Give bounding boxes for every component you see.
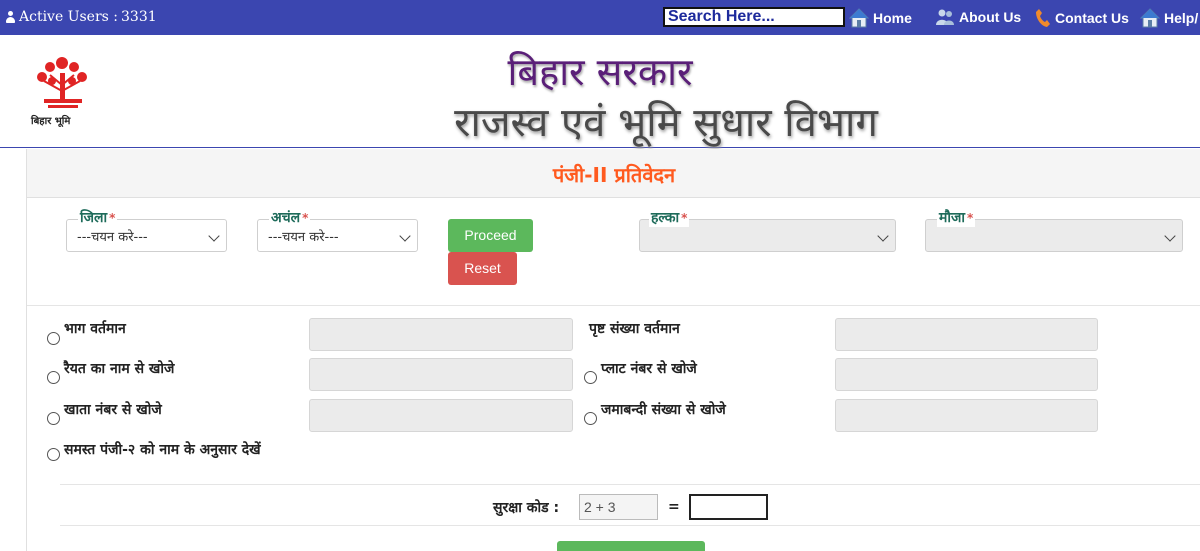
bhag-current-radio[interactable] xyxy=(47,332,60,345)
search-input[interactable] xyxy=(663,7,845,27)
active-users-counter: Active Users :3331 xyxy=(5,9,157,25)
required-mark: * xyxy=(967,211,974,225)
halka-label: हल्का * xyxy=(649,208,690,227)
nav-about-label: About Us xyxy=(959,9,1022,25)
plot-number-label: प्लाट नंबर से खोजे xyxy=(601,361,697,377)
jamabandi-number-radio[interactable] xyxy=(584,412,597,425)
nav-help-label: Help/ xyxy=(1164,10,1199,26)
all-by-name-radio[interactable] xyxy=(47,448,60,461)
nav-contact-label: Contact Us xyxy=(1055,10,1129,26)
all-by-name-label: समस्त पंजी-२ को नाम के अनुसार देखें xyxy=(64,442,261,458)
jamabandi-number-field[interactable] xyxy=(835,399,1098,432)
plot-number-radio[interactable] xyxy=(584,371,597,384)
bhag-current-label: भाग वर्तमान xyxy=(64,321,126,337)
jamabandi-number-label: जमाबन्दी संख्या से खोजे xyxy=(601,402,726,418)
plot-number-field[interactable] xyxy=(835,358,1098,391)
captcha-equals: = xyxy=(668,499,680,515)
nav-contact-link[interactable]: Contact Us xyxy=(1035,8,1129,28)
mauza-label: मौजा * xyxy=(937,208,976,227)
captcha-label: सुरक्षा कोड : xyxy=(493,500,560,516)
circle-label-text: अचंल xyxy=(271,210,301,226)
proceed-button[interactable]: Proceed xyxy=(448,219,533,252)
required-mark: * xyxy=(302,211,309,225)
raiyat-name-radio[interactable] xyxy=(47,371,60,384)
users-group-icon xyxy=(936,9,954,25)
raiyat-name-label: रैयत का नाम से खोजे xyxy=(64,361,175,377)
home-icon xyxy=(849,8,869,28)
captcha-answer-input[interactable] xyxy=(689,494,768,520)
district-label-text: जिला xyxy=(80,210,108,226)
section-divider xyxy=(27,305,1200,306)
khata-number-radio[interactable] xyxy=(47,412,60,425)
mauza-label-text: मौजा xyxy=(939,210,966,226)
top-bar: Active Users :3331 Home About Us Contact… xyxy=(0,0,1200,35)
district-label: जिला * xyxy=(78,208,118,227)
chevron-down-icon xyxy=(208,230,220,242)
government-title: बिहार सरकार xyxy=(507,50,693,94)
site-header: बिहार भूमि बिहार सरकार राजस्व एवं भूमि स… xyxy=(0,35,1200,148)
khata-number-label: खाता नंबर से खोजे xyxy=(64,402,162,418)
chevron-down-icon xyxy=(877,230,889,242)
circle-select-value: ---चयन करे--- xyxy=(268,230,339,245)
help-home-icon xyxy=(1140,8,1160,28)
nav-home-link[interactable]: Home xyxy=(849,8,912,28)
panel-header: पंजी-II प्रतिवेदन xyxy=(27,149,1200,198)
chevron-down-icon xyxy=(399,230,411,242)
nav-home-label: Home xyxy=(873,10,912,26)
captcha-divider-top xyxy=(60,484,1200,485)
halka-label-text: हल्का xyxy=(651,210,680,226)
captcha-divider-bottom xyxy=(60,525,1200,526)
nav-about-link[interactable]: About Us xyxy=(935,8,1021,26)
submit-button[interactable] xyxy=(557,541,705,551)
department-title: राजस्व एवं भूमि सुधार विभाग xyxy=(454,100,878,146)
chevron-down-icon xyxy=(1164,230,1176,242)
reset-button[interactable]: Reset xyxy=(448,252,517,285)
phone-icon xyxy=(1036,9,1050,27)
page-number-current-field[interactable] xyxy=(835,318,1098,351)
page-number-current-label: पृष्ट संख्या वर्तमान xyxy=(589,321,680,337)
bhag-current-field[interactable] xyxy=(309,318,573,351)
nav-help-link[interactable]: Help/ xyxy=(1140,8,1198,28)
circle-label: अचंल * xyxy=(269,208,311,227)
user-icon xyxy=(5,11,16,23)
active-users-count: 3331 xyxy=(121,9,157,25)
required-mark: * xyxy=(681,211,688,225)
active-users-label: Active Users : xyxy=(19,9,119,25)
captcha-question: 2 + 3 xyxy=(579,494,658,520)
district-select-value: ---चयन करे--- xyxy=(77,230,148,245)
raiyat-name-field[interactable] xyxy=(309,358,573,391)
report-title: पंजी-II प्रतिवेदन xyxy=(552,163,676,187)
required-mark: * xyxy=(109,211,116,225)
khata-number-field[interactable] xyxy=(309,399,573,432)
